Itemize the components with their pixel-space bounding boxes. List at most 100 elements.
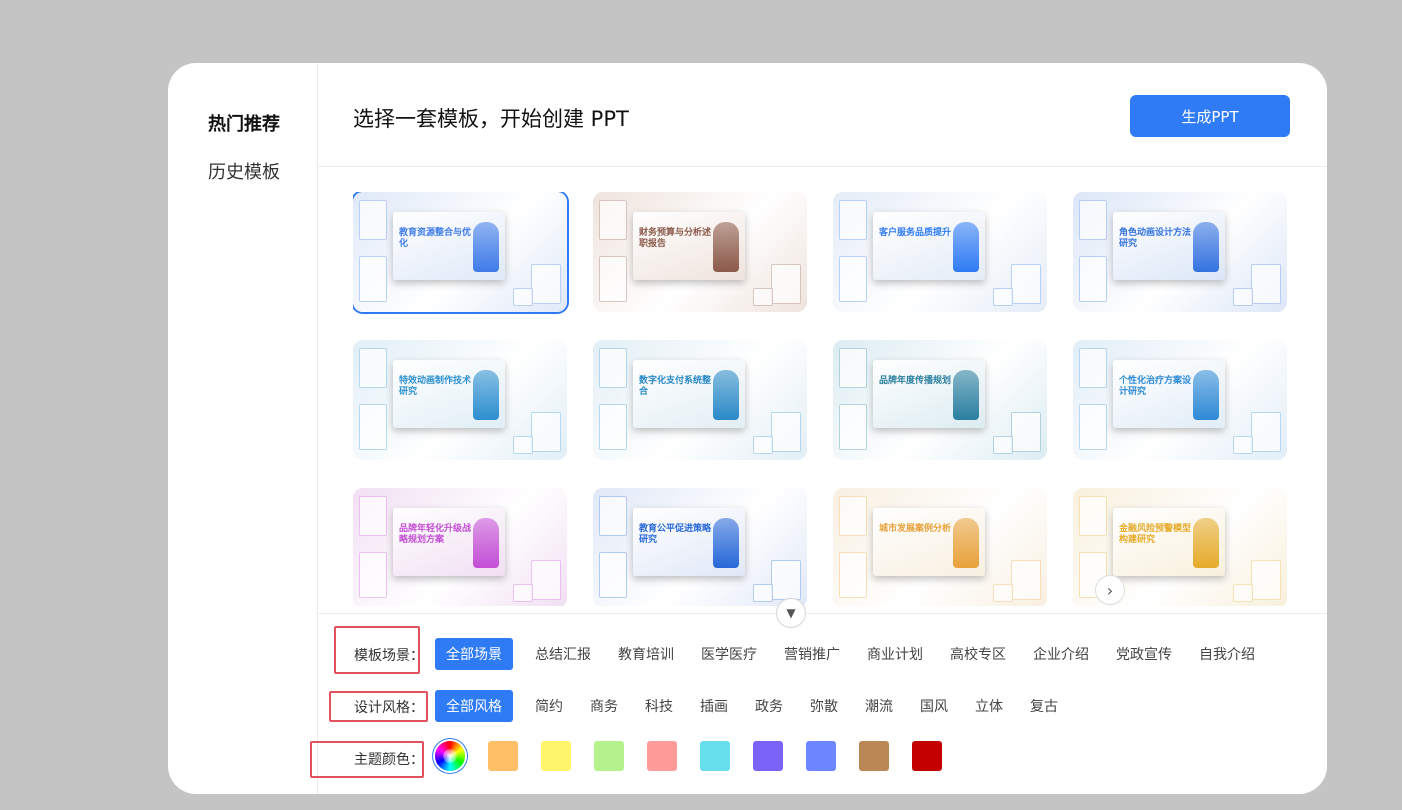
template-card[interactable]: 财务预算与分析述职报告 [593, 192, 807, 312]
template-thumbnail-page [1079, 200, 1107, 240]
template-cover-slide: 特效动画制作技术研究 [393, 360, 505, 428]
style-chip[interactable]: 潮流 [859, 690, 899, 722]
color-swatch[interactable] [806, 741, 836, 771]
template-card[interactable]: 数字化支付系统整合 [593, 340, 807, 460]
template-thumbnail-page [1079, 256, 1107, 302]
template-thumbnail-page [599, 552, 627, 598]
generate-ppt-button[interactable]: 生成PPT [1130, 95, 1290, 137]
scene-chip[interactable]: 总结汇报 [528, 638, 598, 670]
style-chip[interactable]: 商务 [584, 690, 624, 722]
template-thumbnail-page [839, 496, 867, 536]
template-cover-slide: 财务预算与分析述职报告 [633, 212, 745, 280]
template-thumbnail-page [1251, 264, 1281, 304]
template-cover-slide: 城市发展案例分析 [873, 508, 985, 576]
style-chip[interactable]: 插画 [694, 690, 734, 722]
collapse-button[interactable]: ▼ [776, 598, 806, 628]
style-chip[interactable]: 全部风格 [435, 690, 513, 722]
template-thumbnail-page [839, 404, 867, 450]
template-thumbnail-page [1011, 264, 1041, 304]
template-thumbnail-page [599, 200, 627, 240]
template-thumbnail-page [1233, 436, 1253, 454]
template-thumbnail-page [993, 584, 1013, 602]
scene-chip[interactable]: 商业计划 [860, 638, 930, 670]
template-cover-slide: 教育资源整合与优化 [393, 212, 505, 280]
page-title: 选择一套模板，开始创建 PPT [353, 107, 629, 131]
color-swatch[interactable] [859, 741, 889, 771]
style-chip[interactable]: 复古 [1024, 690, 1064, 722]
template-title: 个性化治疗方案设计研究 [1119, 376, 1192, 397]
template-thumbnail-page [771, 560, 801, 600]
template-title: 金融风险预警模型构建研究 [1119, 524, 1192, 545]
template-card[interactable]: 城市发展案例分析 [833, 488, 1047, 606]
template-thumbnail-page [359, 256, 387, 302]
template-card[interactable]: 个性化治疗方案设计研究 [1073, 340, 1287, 460]
template-thumbnail-page [599, 348, 627, 388]
sidebar: 热门推荐 历史模板 [168, 63, 318, 794]
template-thumbnail-page [513, 288, 533, 306]
template-cover-slide: 角色动画设计方法研究 [1113, 212, 1225, 280]
template-thumbnail-page [359, 404, 387, 450]
scene-chip[interactable]: 全部场景 [435, 638, 513, 670]
style-chip[interactable]: 科技 [639, 690, 679, 722]
template-thumbnail-page [359, 496, 387, 536]
scene-chip[interactable]: 营销推广 [777, 638, 847, 670]
template-thumbnail-page [993, 288, 1013, 306]
color-swatch[interactable] [700, 741, 730, 771]
template-thumbnail-page [1011, 560, 1041, 600]
main-panel: 选择一套模板，开始创建 PPT 生成PPT 教育资源整合与优化 财务预算与分析述职… [318, 63, 1327, 794]
template-title: 教育资源整合与优化 [399, 228, 472, 249]
template-cover-slide: 数字化支付系统整合 [633, 360, 745, 428]
template-thumbnail-page [1251, 560, 1281, 600]
template-card[interactable]: 客户服务品质提升 [833, 192, 1047, 312]
color-wheel-icon[interactable] [435, 741, 465, 771]
style-chip[interactable]: 国风 [914, 690, 954, 722]
style-chip[interactable]: 政务 [749, 690, 789, 722]
template-thumbnail-page [359, 552, 387, 598]
template-thumbnail-page [839, 200, 867, 240]
template-title: 数字化支付系统整合 [639, 376, 712, 397]
template-cover-slide: 品牌年度传播规划 [873, 360, 985, 428]
template-thumbnail-page [531, 412, 561, 452]
template-thumbnail-page [599, 404, 627, 450]
template-cover-slide: 个性化治疗方案设计研究 [1113, 360, 1225, 428]
template-thumbnail-page [1233, 584, 1253, 602]
color-swatch[interactable] [647, 741, 677, 771]
scene-chip[interactable]: 企业介绍 [1026, 638, 1096, 670]
color-filter-label: 主题颜色： [354, 752, 424, 768]
color-swatch[interactable] [912, 741, 942, 771]
style-chip[interactable]: 弥散 [804, 690, 844, 722]
scene-chip[interactable]: 教育培训 [611, 638, 681, 670]
template-thumbnail-page [1233, 288, 1253, 306]
color-swatch[interactable] [541, 741, 571, 771]
style-chip[interactable]: 简约 [529, 690, 569, 722]
scene-chip[interactable]: 自我介绍 [1192, 638, 1262, 670]
template-dialog: 热门推荐 历史模板 选择一套模板，开始创建 PPT 生成PPT 教育资源整合与优… [168, 63, 1327, 794]
template-thumbnail-page [1079, 348, 1107, 388]
scene-scroll-button[interactable]: › [1095, 575, 1125, 605]
template-title: 教育公平促进策略研究 [639, 524, 712, 545]
sidebar-item-hot[interactable]: 热门推荐 [208, 110, 280, 136]
template-title: 财务预算与分析述职报告 [639, 228, 712, 249]
template-card[interactable]: 教育公平促进策略研究 [593, 488, 807, 606]
template-card[interactable]: 品牌年轻化升级战略规划方案 [353, 488, 567, 606]
template-card[interactable]: 教育资源整合与优化 [353, 192, 567, 312]
color-swatch[interactable] [753, 741, 783, 771]
template-thumbnail-page [531, 560, 561, 600]
color-swatch[interactable] [488, 741, 518, 771]
template-title: 特效动画制作技术研究 [399, 376, 472, 397]
color-swatch[interactable] [594, 741, 624, 771]
sidebar-item-history[interactable]: 历史模板 [208, 158, 280, 184]
scene-chip[interactable]: 党政宣传 [1109, 638, 1179, 670]
scene-chip[interactable]: 高校专区 [943, 638, 1013, 670]
template-card[interactable]: 特效动画制作技术研究 [353, 340, 567, 460]
template-thumbnail-page [993, 436, 1013, 454]
template-title: 品牌年度传播规划 [879, 376, 952, 386]
template-card[interactable]: 品牌年度传播规划 [833, 340, 1047, 460]
template-card[interactable]: 角色动画设计方法研究 [1073, 192, 1287, 312]
template-title: 客户服务品质提升 [879, 228, 952, 238]
scene-chip[interactable]: 医学医疗 [694, 638, 764, 670]
template-cover-slide: 金融风险预警模型构建研究 [1113, 508, 1225, 576]
style-chip[interactable]: 立体 [969, 690, 1009, 722]
template-thumbnail-page [531, 264, 561, 304]
template-title: 品牌年轻化升级战略规划方案 [399, 524, 472, 545]
